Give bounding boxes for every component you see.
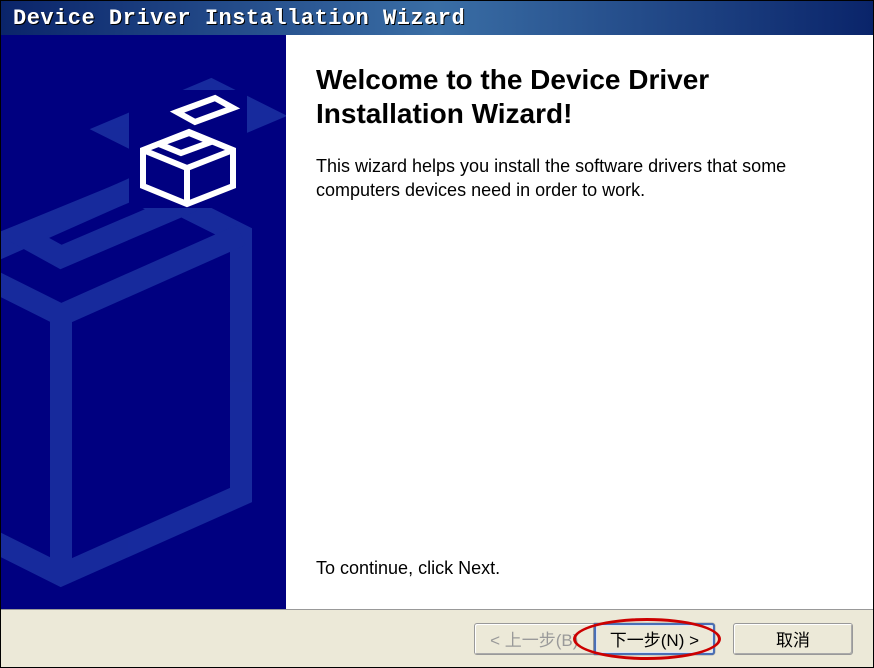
button-bar: < 上一步(B) 下一步(N) > 取消 [1, 609, 873, 667]
wizard-sidebar-graphic [1, 35, 286, 609]
back-button: < 上一步(B) [474, 623, 594, 655]
wizard-main-panel: Welcome to the Device Driver Installatio… [286, 35, 873, 609]
device-box-icon [1, 35, 286, 609]
wizard-description: This wizard helps you install the softwa… [316, 154, 833, 203]
content-area: Welcome to the Device Driver Installatio… [1, 35, 873, 609]
window-title: Device Driver Installation Wizard [13, 6, 465, 31]
titlebar[interactable]: Device Driver Installation Wizard [1, 1, 873, 35]
wizard-heading: Welcome to the Device Driver Installatio… [316, 63, 833, 130]
wizard-window: Device Driver Installation Wizard [0, 0, 874, 668]
nav-button-group: < 上一步(B) 下一步(N) > [474, 623, 715, 655]
wizard-continue-hint: To continue, click Next. [316, 558, 833, 579]
next-button[interactable]: 下一步(N) > [594, 623, 715, 655]
cancel-button[interactable]: 取消 [733, 623, 853, 655]
